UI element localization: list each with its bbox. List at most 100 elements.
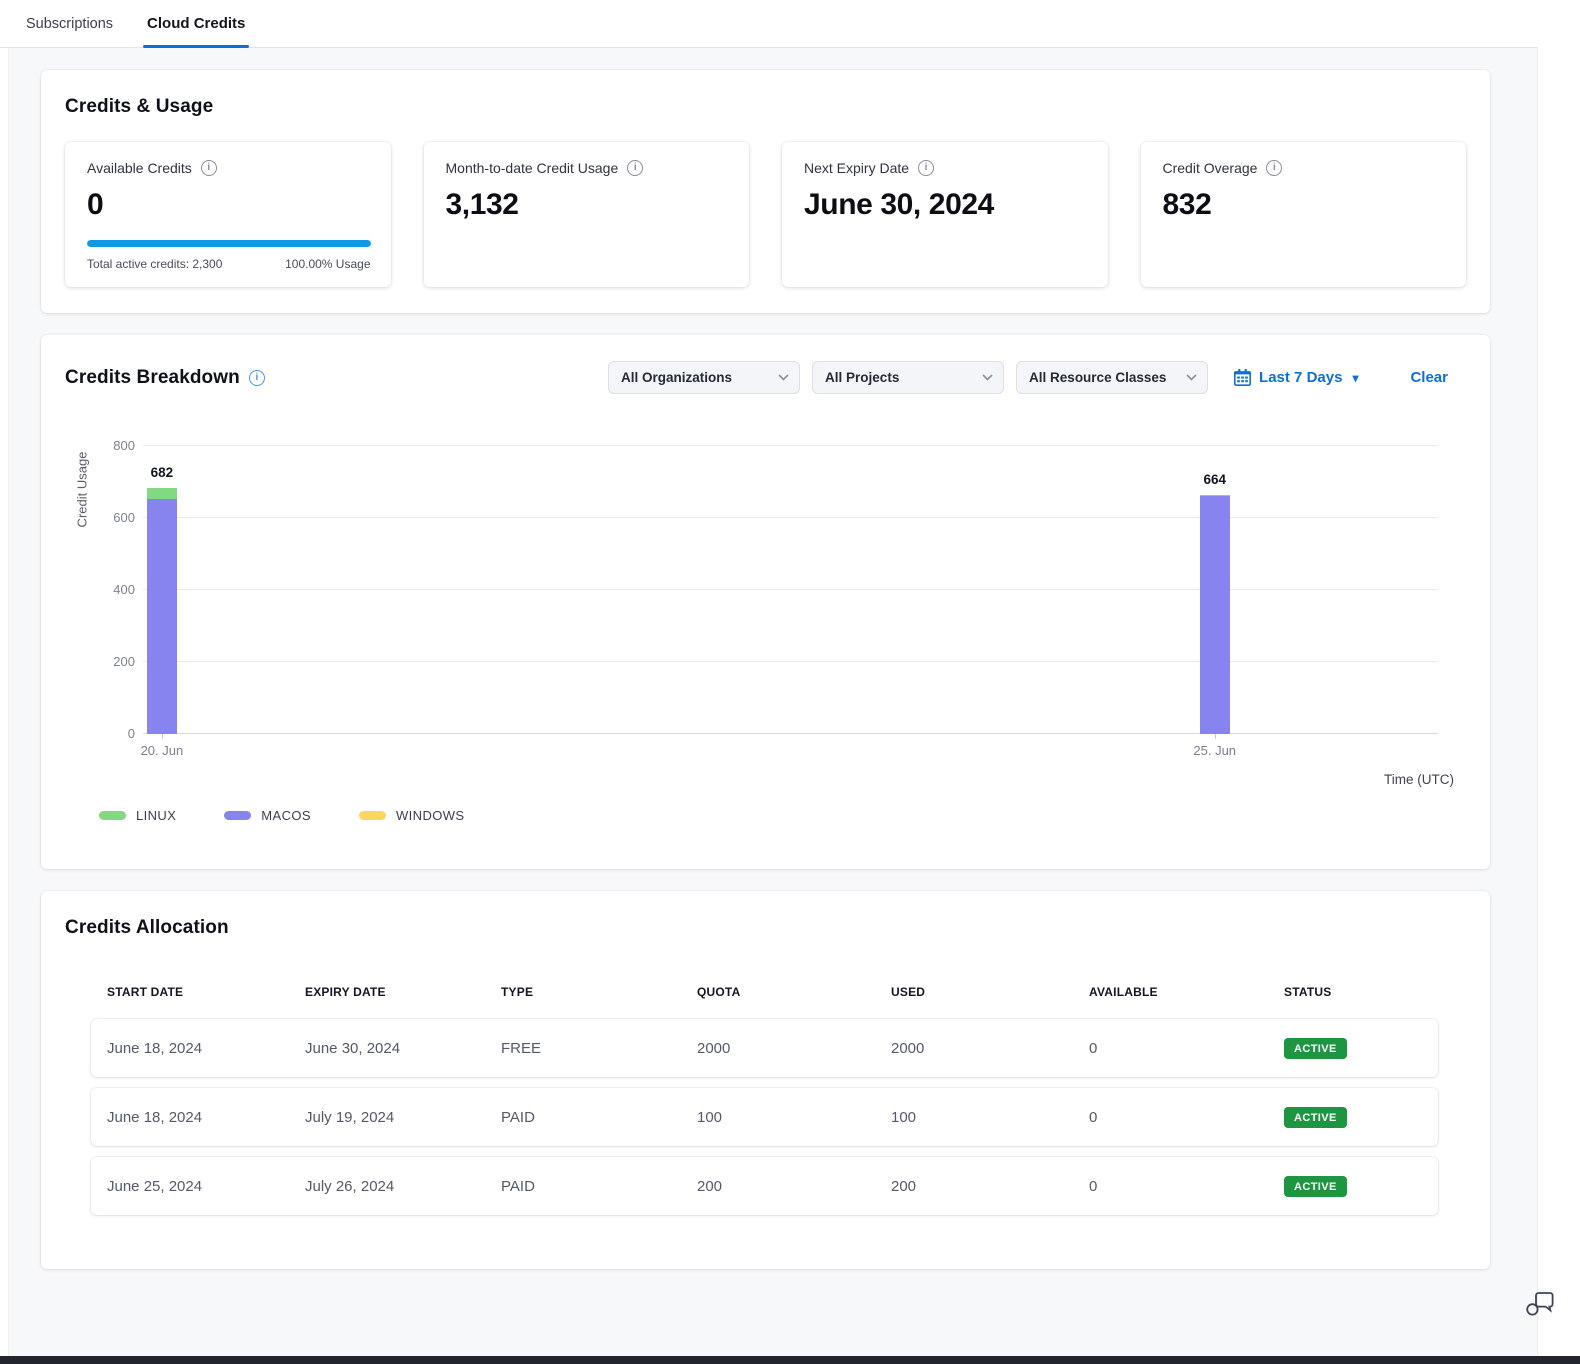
tab-label: Cloud Credits — [147, 15, 245, 32]
legend-item-linux[interactable]: LINUX — [99, 808, 176, 823]
y-axis-title: Credit Usage — [65, 446, 99, 734]
credits-allocation-table: START DATEEXPIRY DATETYPEQUOTAUSEDAVAILA… — [91, 985, 1438, 1215]
credits-allocation-section: Credits Allocation START DATEEXPIRY DATE… — [41, 891, 1490, 1269]
cell-expiry-date: July 26, 2024 — [289, 1178, 485, 1195]
legend-swatch — [224, 811, 251, 820]
table-row[interactable]: June 25, 2024July 26, 2024PAID2002000ACT… — [91, 1157, 1438, 1215]
cell-available: 0 — [1073, 1040, 1268, 1057]
legend-label: MACOS — [261, 808, 311, 823]
bar-total-label: 664 — [1185, 472, 1245, 487]
filter-select-all-resource-classes[interactable]: All Resource Classes — [1016, 361, 1208, 394]
metric-label-text: Next Expiry Date — [804, 160, 909, 176]
chart-plot-area: Time (UTC) 68220. Jun66425. Jun — [143, 446, 1438, 734]
y-tick-label: 400 — [113, 582, 135, 597]
tab-cloud-credits[interactable]: Cloud Credits — [143, 0, 249, 47]
total-active-credits: Total active credits: 2,300 — [87, 257, 222, 271]
column-header-used: USED — [875, 985, 1073, 999]
gridline-400 — [143, 589, 1438, 590]
tab-subscriptions[interactable]: Subscriptions — [22, 0, 117, 47]
filter-select-all-organizations[interactable]: All Organizations — [608, 361, 800, 394]
credits-breakdown-section: Credits Breakdown i All OrganizationsAll… — [41, 335, 1490, 869]
credit-usage-chart: Credit Usage 0200400600800 Time (UTC) 68… — [65, 446, 1438, 734]
cell-used: 2000 — [875, 1040, 1073, 1057]
legend-label: LINUX — [136, 808, 176, 823]
filter-select-value: All Resource Classes — [1029, 370, 1166, 385]
cell-status: ACTIVE — [1268, 1107, 1438, 1128]
window-bottom-edge — [0, 1356, 1580, 1364]
caret-down-icon: ▾ — [1352, 371, 1358, 385]
metric-card: Credit Overagei832 — [1141, 142, 1467, 287]
gridline-800 — [143, 445, 1438, 446]
info-icon[interactable]: i — [201, 160, 217, 176]
chart-filters: All Organizations All Projects All Resourc… — [608, 361, 1466, 394]
filter-select-all-projects[interactable]: All Projects — [812, 361, 1004, 394]
y-tick-label: 200 — [113, 654, 135, 669]
metric-value: 3,132 — [446, 188, 730, 222]
info-icon[interactable]: i — [918, 160, 934, 176]
chevron-down-icon — [982, 374, 993, 381]
date-range-label: Last 7 Days — [1259, 369, 1342, 386]
date-range-picker[interactable]: Last 7 Days ▾ — [1234, 369, 1358, 386]
credits-usage-section: Credits & Usage Available Creditsi0Total… — [41, 70, 1490, 313]
metric-label: Month-to-date Credit Usage i — [446, 160, 730, 176]
x-tick-label: 25. Jun — [1180, 743, 1250, 758]
support-chat-icon[interactable] — [1526, 1292, 1554, 1318]
chart-legend: LINUX MACOS WINDOWS — [65, 808, 1466, 823]
clear-filters-link[interactable]: Clear — [1410, 369, 1448, 386]
cell-status: ACTIVE — [1268, 1038, 1438, 1059]
usage-percent: 100.00% Usage — [285, 257, 370, 271]
metric-value: 0 — [87, 188, 371, 222]
metric-card: Next Expiry Date i June 30, 2024 — [782, 142, 1108, 287]
cell-start-date: June 18, 2024 — [91, 1109, 289, 1126]
credits-breakdown-title: Credits Breakdown — [65, 367, 240, 389]
bar-25-jun[interactable] — [1200, 495, 1230, 734]
column-header-available: AVAILABLE — [1073, 985, 1268, 999]
status-badge: ACTIVE — [1284, 1176, 1347, 1197]
metric-label: Next Expiry Date i — [804, 160, 1088, 176]
y-tick-label: 0 — [128, 726, 135, 741]
bar-segment-macos — [1200, 496, 1230, 734]
column-header-status: STATUS — [1268, 985, 1438, 999]
x-tick-mark — [1215, 734, 1216, 739]
y-tick-label: 800 — [113, 438, 135, 453]
legend-item-windows[interactable]: WINDOWS — [359, 808, 465, 823]
cell-used: 100 — [875, 1109, 1073, 1126]
chevron-down-icon — [1186, 374, 1197, 381]
cell-available: 0 — [1073, 1109, 1268, 1126]
status-badge: ACTIVE — [1284, 1107, 1347, 1128]
x-axis-title: Time (UTC) — [1384, 772, 1454, 787]
cell-available: 0 — [1073, 1178, 1268, 1195]
bar-segment-macos — [147, 499, 177, 734]
cell-type: PAID — [485, 1109, 681, 1126]
cell-start-date: June 25, 2024 — [91, 1178, 289, 1195]
y-axis-ticks: 0200400600800 — [99, 446, 143, 734]
info-icon[interactable]: i — [1266, 160, 1282, 176]
column-header-start-date: START DATE — [91, 985, 289, 999]
active-tab-underline — [143, 45, 249, 48]
bar-20-jun[interactable] — [147, 488, 177, 734]
table-row[interactable]: June 18, 2024June 30, 2024FREE200020000A… — [91, 1019, 1438, 1077]
chevron-down-icon — [778, 374, 789, 381]
credits-usage-title: Credits & Usage — [65, 96, 1466, 118]
column-header-quota: QUOTA — [681, 985, 875, 999]
table-header-row: START DATEEXPIRY DATETYPEQUOTAUSEDAVAILA… — [91, 985, 1438, 999]
metric-value: June 30, 2024 — [804, 188, 1088, 222]
tab-label: Subscriptions — [26, 16, 113, 32]
metric-card: Month-to-date Credit Usage i 3,132 — [424, 142, 750, 287]
cell-used: 200 — [875, 1178, 1073, 1195]
info-icon[interactable]: i — [249, 370, 265, 386]
y-tick-label: 600 — [113, 510, 135, 525]
metric-label-text: Month-to-date Credit Usage — [446, 160, 619, 176]
x-tick-label: 20. Jun — [127, 743, 197, 758]
status-badge: ACTIVE — [1284, 1038, 1347, 1059]
cell-type: FREE — [485, 1040, 681, 1057]
credits-allocation-title: Credits Allocation — [41, 917, 1490, 939]
cell-expiry-date: July 19, 2024 — [289, 1109, 485, 1126]
credits-progress-bar — [87, 240, 371, 247]
filter-select-value: All Organizations — [621, 370, 732, 385]
info-icon[interactable]: i — [627, 160, 643, 176]
gridline-600 — [143, 517, 1438, 518]
legend-item-macos[interactable]: MACOS — [224, 808, 311, 823]
legend-swatch — [99, 811, 126, 820]
table-row[interactable]: June 18, 2024July 19, 2024PAID1001000ACT… — [91, 1088, 1438, 1146]
